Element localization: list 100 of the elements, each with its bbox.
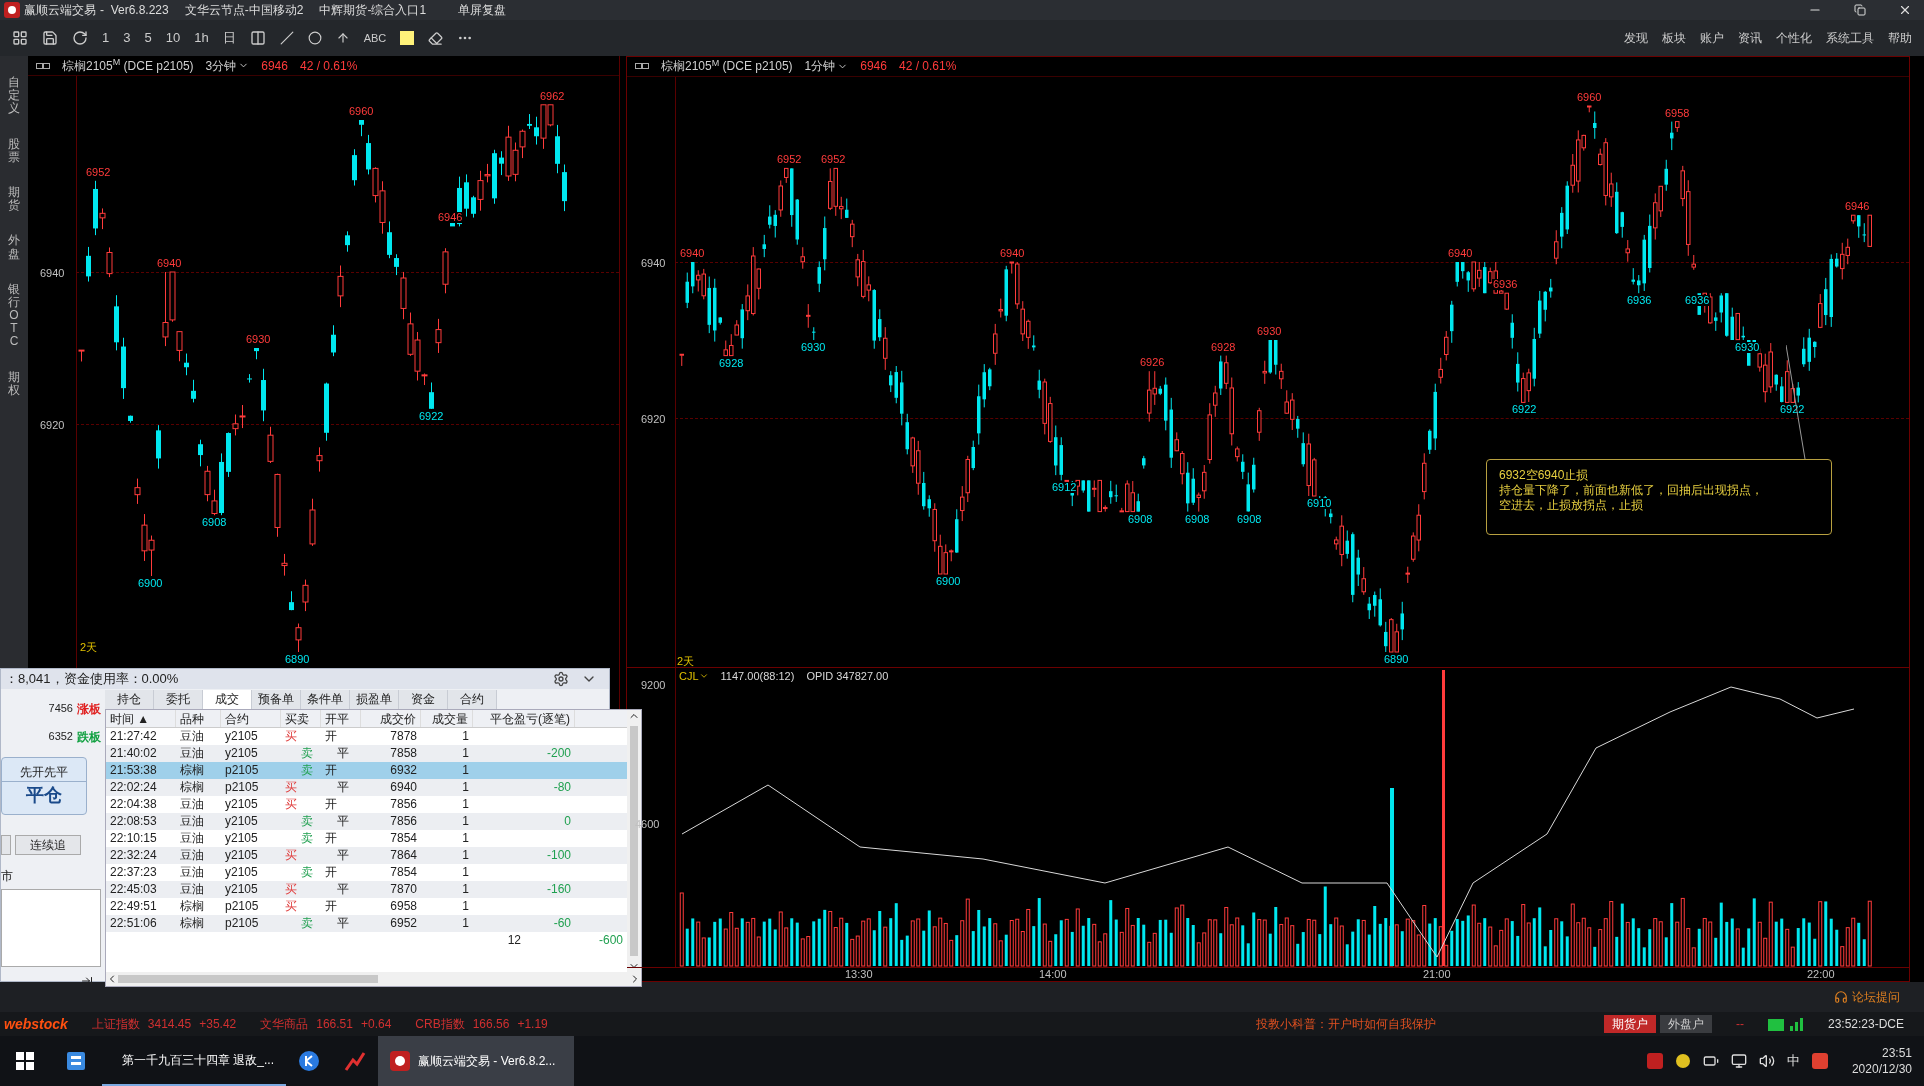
- volume-value: 1147.00(88:12): [720, 668, 795, 684]
- color-swatch[interactable]: [400, 31, 415, 45]
- eraser-icon[interactable]: [428, 30, 444, 46]
- table-cell-text: y2105: [224, 727, 259, 745]
- column-header[interactable]: 买卖: [281, 709, 321, 727]
- index-value: 166.56: [472, 1016, 510, 1033]
- horizontal-scrollbar[interactable]: [106, 971, 641, 986]
- table-cell-text: 棕榈: [179, 778, 205, 796]
- refresh-icon[interactable]: [72, 30, 88, 46]
- column-header[interactable]: 成交价: [361, 709, 421, 727]
- price-label: 6930: [800, 341, 827, 353]
- side-tab[interactable]: 外盘: [8, 234, 20, 261]
- column-header[interactable]: 开平: [321, 709, 361, 727]
- line-tool-icon[interactable]: [279, 31, 294, 45]
- table-cell-text: 1: [461, 795, 470, 813]
- column-header[interactable]: 时间 ▲: [106, 709, 176, 727]
- broker-label: 中辉期货-综合入口1: [319, 2, 427, 19]
- tab[interactable]: 委托: [154, 689, 203, 709]
- price-label: 6908: [1236, 513, 1263, 525]
- volume-icon[interactable]: [1758, 1053, 1775, 1069]
- network-icon[interactable]: [1730, 1053, 1747, 1069]
- app-k-icon[interactable]: [298, 1050, 320, 1072]
- tab[interactable]: 成交: [203, 689, 252, 709]
- input-method-button[interactable]: 中: [1786, 1051, 1800, 1071]
- column-header[interactable]: 品种: [176, 709, 221, 727]
- menu-item[interactable]: 账户: [1700, 29, 1724, 47]
- period-button[interactable]: 3: [123, 28, 131, 48]
- close-icon[interactable]: [1898, 3, 1912, 17]
- price-label: 6936: [1626, 295, 1653, 307]
- price-label: 6926: [1139, 357, 1166, 369]
- close-position-button[interactable]: 先开先平 平仓: [1, 756, 87, 815]
- table-cell-text: 7870: [389, 880, 418, 898]
- tray-app-icon[interactable]: [1811, 1053, 1828, 1069]
- period-dropdown[interactable]: 3分钟: [205, 56, 250, 75]
- axis-label: 9200: [641, 677, 666, 693]
- menu-item[interactable]: 板块: [1662, 29, 1686, 47]
- account-tab[interactable]: 期货户: [1603, 1015, 1656, 1033]
- chart-app-icon[interactable]: [344, 1050, 366, 1072]
- period-button[interactable]: 10: [165, 28, 181, 48]
- layout-icon[interactable]: [12, 30, 28, 46]
- menu-item[interactable]: 帮助: [1888, 29, 1912, 47]
- forum-link[interactable]: 论坛提问: [1852, 988, 1900, 1006]
- split-view-icon[interactable]: [249, 30, 266, 46]
- start-icon[interactable]: [16, 1052, 34, 1070]
- table-cell-text: 6932: [389, 761, 418, 779]
- tab[interactable]: 资金: [399, 689, 448, 709]
- column-header[interactable]: 合约: [221, 709, 281, 727]
- period-button[interactable]: 1: [102, 28, 110, 48]
- index-name: 文华商品: [260, 1016, 309, 1033]
- side-tab[interactable]: 股票: [8, 137, 20, 164]
- tip-text: 投教小科普：开户时如何自我保护: [1255, 1016, 1436, 1033]
- table-cell-text: 21:27:42: [109, 727, 158, 745]
- settings-icon[interactable]: [553, 670, 569, 687]
- column-header[interactable]: 平仓盈亏(逐笔): [473, 709, 575, 727]
- tab[interactable]: 损盈单: [350, 689, 399, 709]
- price-label: 6936: [1684, 295, 1711, 307]
- column-header[interactable]: 成交量: [421, 709, 473, 727]
- tray-app-icon[interactable]: [1674, 1053, 1691, 1069]
- menu-item[interactable]: 资讯: [1738, 29, 1762, 47]
- indicator-dropdown[interactable]: CJL: [679, 667, 709, 685]
- task-view-icon[interactable]: [66, 1051, 86, 1071]
- account-tab[interactable]: 外盘户: [1659, 1015, 1712, 1033]
- taskbar-window[interactable]: 第一千九百三十四章 退敌_...: [122, 1051, 274, 1069]
- table-cell-text: y2105: [224, 744, 259, 762]
- tab[interactable]: 持仓: [105, 689, 154, 709]
- menu-item[interactable]: 发现: [1624, 29, 1648, 47]
- period-button[interactable]: 1h: [194, 28, 209, 48]
- table-cell-text: 卖: [300, 744, 314, 762]
- total-cell-text: -600: [597, 931, 624, 949]
- chase-button[interactable]: 连续追: [15, 834, 81, 855]
- table-cell-text: 平: [336, 812, 350, 830]
- menu-item[interactable]: 个性化: [1776, 29, 1812, 47]
- table-cell-text: 平: [336, 778, 350, 796]
- tab[interactable]: 条件单: [301, 689, 350, 709]
- tab[interactable]: 合约: [448, 689, 497, 709]
- table-cell-text: 7856: [389, 812, 418, 830]
- side-tab[interactable]: 期权: [8, 370, 20, 397]
- menu-item[interactable]: 系统工具: [1826, 29, 1874, 47]
- table-cell-text: y2105: [224, 846, 259, 864]
- save-icon[interactable]: [42, 30, 58, 46]
- table-cell-text: 豆油: [179, 727, 205, 745]
- side-tab[interactable]: 银行OTC: [8, 282, 20, 349]
- tab[interactable]: 预备单: [252, 689, 301, 709]
- price-label: 6930: [1734, 341, 1761, 353]
- period-button[interactable]: 日: [222, 28, 236, 48]
- side-tab[interactable]: 期货: [8, 185, 20, 213]
- table-cell-text: p2105: [224, 897, 260, 915]
- period-dropdown[interactable]: 1分钟: [804, 57, 849, 76]
- text-tool-button[interactable]: ABC: [363, 29, 387, 47]
- table-cell-text: 豆油: [179, 846, 205, 864]
- price-label: 6908: [1127, 513, 1154, 525]
- restore-icon[interactable]: [1854, 4, 1866, 16]
- price-label: 6930: [1256, 325, 1283, 337]
- battery-icon[interactable]: [1702, 1053, 1719, 1069]
- price-label: 6962: [539, 90, 566, 102]
- total-cell-text: 12: [506, 931, 522, 949]
- period-button[interactable]: 5: [144, 28, 152, 48]
- table-cell-text: 1: [461, 846, 470, 864]
- ellipse-tool-icon[interactable]: [307, 31, 322, 45]
- side-tab[interactable]: 自定义: [8, 76, 20, 116]
